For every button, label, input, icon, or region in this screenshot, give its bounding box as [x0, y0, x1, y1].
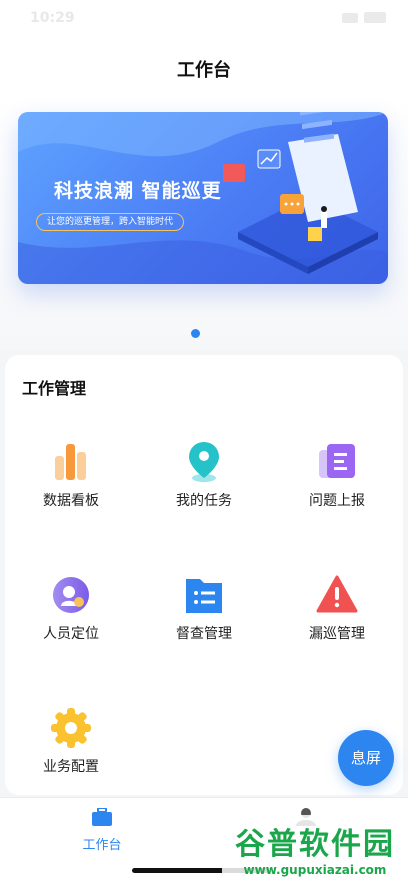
header: 工作台: [0, 40, 408, 95]
page-title: 工作台: [177, 60, 231, 81]
grid-item-label: 业务配置: [43, 759, 99, 775]
grid-item-label: 数据看板: [43, 493, 99, 509]
grid-item-label: 人员定位: [43, 626, 99, 642]
tab-label: 工作台: [82, 838, 122, 853]
pager-dot[interactable]: [191, 329, 200, 338]
grid-item-label: 漏巡管理: [309, 626, 365, 642]
bar-chart-icon: [49, 440, 93, 484]
person-location-icon: [49, 573, 93, 617]
grid-item-my-tasks[interactable]: 我的任务: [144, 440, 264, 520]
grid-item-business-config[interactable]: 业务配置: [11, 706, 131, 786]
screen-off-button[interactable]: 息屏: [338, 730, 394, 786]
banner-subtitle: 让您的巡更管理，跨入智能时代: [36, 213, 185, 231]
watermark-text: 谷普软件园: [235, 827, 395, 862]
grid-item-label: 督查管理: [176, 626, 232, 642]
grid-item-label: 问题上报: [309, 493, 365, 509]
gear-icon: [49, 706, 93, 750]
wifi-icon: [342, 12, 358, 23]
location-pin-icon: [182, 440, 226, 484]
briefcase-icon: [92, 807, 112, 826]
grid-item-staff-location[interactable]: 人员定位: [11, 573, 131, 653]
watermark-url: www.gupuxiazai.com: [243, 863, 387, 877]
battery-icon: [364, 12, 386, 23]
work-management-card: 工作管理 数据看板 我的任务 问题上报 人员定位 督查管理 漏巡管理 业务配置: [5, 355, 403, 795]
grid-item-data-board[interactable]: 数据看板: [11, 440, 131, 520]
tab-workbench[interactable]: 工作台: [42, 807, 162, 853]
grid-item-label: 我的任务: [176, 493, 232, 509]
folder-list-icon: [182, 573, 226, 617]
card-title: 工作管理: [22, 379, 87, 398]
grid-item-missed-patrol[interactable]: 漏巡管理: [277, 573, 397, 653]
grid-item-supervision[interactable]: 督查管理: [144, 573, 264, 653]
banner-title: 科技浪潮 智能巡更: [54, 180, 222, 202]
watermark: 谷普软件园 www.gupuxiazai.com: [222, 815, 408, 883]
warning-triangle-icon: [315, 573, 359, 617]
grid-item-issue-report[interactable]: 问题上报: [277, 440, 397, 520]
status-icons: [342, 12, 386, 23]
banner[interactable]: 科技浪潮 智能巡更 让您的巡更管理，跨入智能时代: [18, 112, 388, 284]
report-document-icon: [315, 440, 359, 484]
status-time: 10:29: [30, 10, 75, 26]
status-bar: 10:29: [0, 0, 408, 40]
banner-area: 科技浪潮 智能巡更 让您的巡更管理，跨入智能时代: [0, 95, 408, 350]
